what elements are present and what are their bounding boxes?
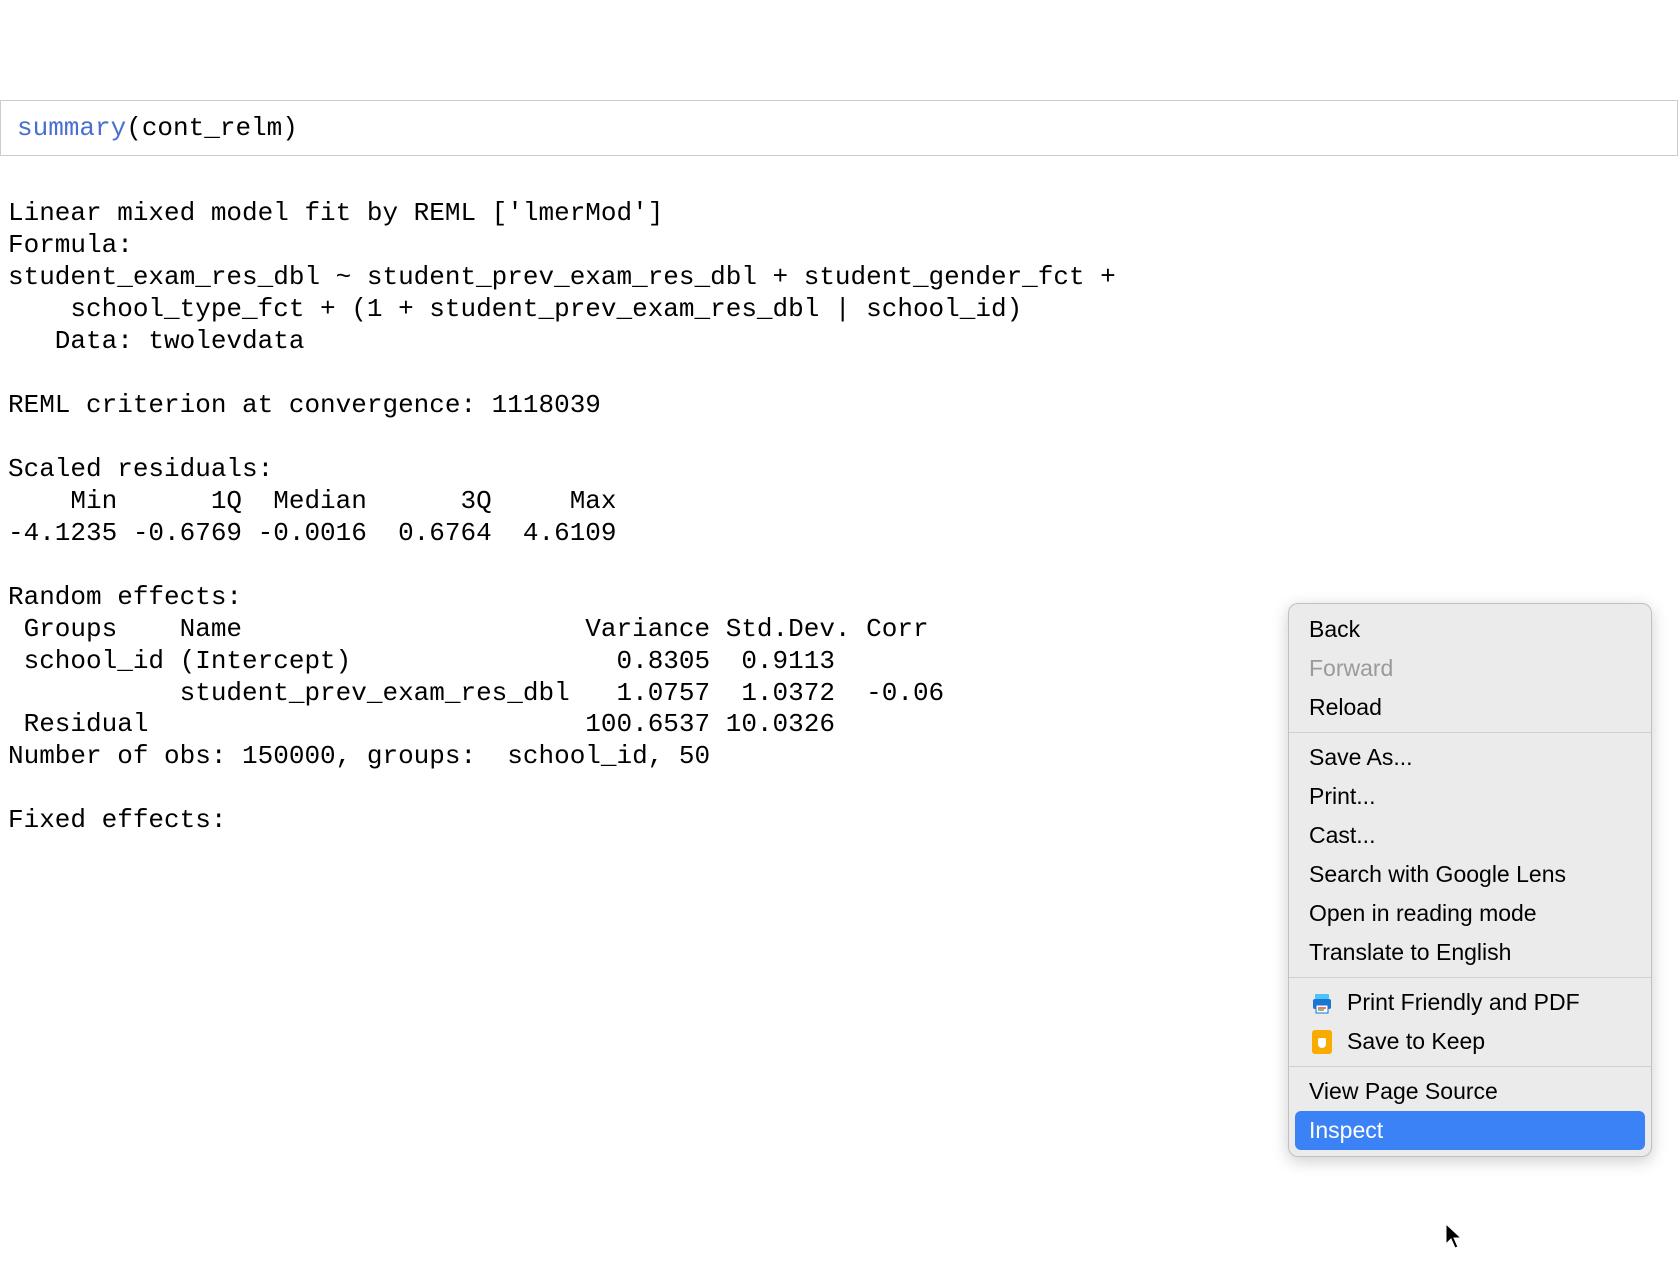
menu-cast[interactable]: Cast... <box>1289 816 1651 855</box>
cursor-icon <box>1444 1222 1464 1255</box>
menu-save-keep[interactable]: Save to Keep <box>1289 1022 1651 1061</box>
keep-icon <box>1309 1029 1335 1055</box>
menu-separator <box>1289 1066 1651 1067</box>
menu-print[interactable]: Print... <box>1289 777 1651 816</box>
menu-back[interactable]: Back <box>1289 610 1651 649</box>
code-function: summary <box>17 113 126 143</box>
context-menu: Back Forward Reload Save As... Print... … <box>1288 603 1652 1157</box>
menu-translate[interactable]: Translate to English <box>1289 933 1651 972</box>
menu-separator <box>1289 732 1651 733</box>
code-args: (cont_relm) <box>126 113 298 143</box>
menu-search-lens[interactable]: Search with Google Lens <box>1289 855 1651 894</box>
menu-reading-mode[interactable]: Open in reading mode <box>1289 894 1651 933</box>
menu-reload[interactable]: Reload <box>1289 688 1651 727</box>
menu-view-source[interactable]: View Page Source <box>1289 1072 1651 1111</box>
menu-forward: Forward <box>1289 649 1651 688</box>
menu-print-friendly[interactable]: Print Friendly and PDF <box>1289 983 1651 1022</box>
menu-separator <box>1289 977 1651 978</box>
menu-inspect[interactable]: Inspect <box>1295 1111 1645 1150</box>
menu-save-as[interactable]: Save As... <box>1289 738 1651 777</box>
printer-icon <box>1309 990 1335 1016</box>
code-input-cell[interactable]: summary(cont_relm) <box>0 100 1678 156</box>
